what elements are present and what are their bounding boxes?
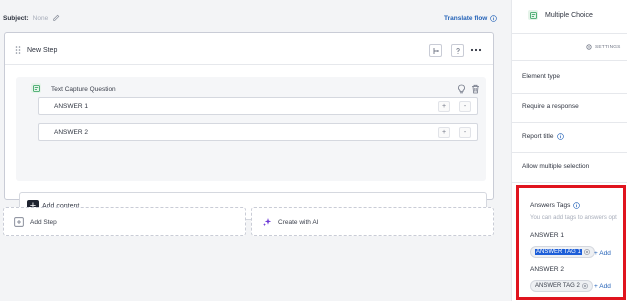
remove-answer-button[interactable]: - xyxy=(459,127,471,138)
add-tag-button[interactable]: + Add xyxy=(594,250,611,257)
drag-handle-icon[interactable] xyxy=(15,46,21,54)
question-title[interactable]: Text Capture Question xyxy=(51,86,116,93)
report-title-label: Report title xyxy=(522,133,554,140)
tag-chip[interactable]: ANSWER TAG 2 xyxy=(530,280,593,292)
question-block[interactable]: Text Capture Question ANSWER 1 + - ANSWE… xyxy=(16,77,486,181)
flow-canvas: Subject: None Translate flow New Step Te… xyxy=(0,0,511,301)
translate-flow-link[interactable]: Translate flow xyxy=(444,15,498,22)
divider xyxy=(512,152,627,153)
element-type-row[interactable]: Element type xyxy=(522,73,560,80)
tag-chip[interactable]: ANSWER TAG 1 xyxy=(530,246,595,258)
branch-icon xyxy=(433,47,438,54)
settings-tab-label: SETTINGS xyxy=(595,44,621,50)
answer-label: ANSWER 1 xyxy=(54,103,88,110)
question-icon xyxy=(455,47,460,54)
close-icon[interactable] xyxy=(583,249,590,255)
subject-row: Subject: None xyxy=(3,14,60,22)
add-step-button[interactable]: Add Step xyxy=(3,207,246,236)
multiple-choice-icon xyxy=(528,10,538,20)
divider xyxy=(512,182,627,183)
more-options-icon[interactable] xyxy=(470,48,482,52)
pencil-icon[interactable] xyxy=(52,14,60,22)
add-answer-button[interactable]: + xyxy=(438,101,450,112)
answers-tags-label: Answers Tags xyxy=(530,202,571,209)
panel-title: Multiple Choice xyxy=(545,12,593,19)
tag-answer-label: ANSWER 1 xyxy=(530,232,564,239)
subject-label: Subject: xyxy=(3,14,29,22)
remove-answer-button[interactable]: - xyxy=(459,101,471,112)
answers-tags-hint: You can add tags to answers opt xyxy=(530,215,617,221)
step-title[interactable]: New Step xyxy=(27,47,57,54)
tab-divider xyxy=(512,60,627,61)
panel-header: Multiple Choice xyxy=(512,0,627,34)
divider xyxy=(512,122,627,123)
add-answer-button[interactable]: + xyxy=(438,127,450,138)
info-icon xyxy=(490,15,498,22)
sparkle-icon xyxy=(263,218,272,227)
info-icon xyxy=(573,202,581,209)
subject-value: None xyxy=(32,14,49,22)
step-card: New Step Text Capture Question ANSWER 1 … xyxy=(4,32,494,220)
element-type-label: Element type xyxy=(522,73,560,80)
close-icon[interactable] xyxy=(581,283,588,289)
add-step-icon xyxy=(14,217,24,227)
allow-multiple-label: Allow multiple selection xyxy=(522,163,590,170)
translate-flow-label: Translate flow xyxy=(444,15,488,22)
step-header: New Step xyxy=(5,33,493,65)
answers-tags-title: Answers Tags xyxy=(530,202,581,209)
answer-row-2[interactable]: ANSWER 2 + - xyxy=(38,123,478,141)
help-button[interactable] xyxy=(451,44,464,57)
tag-chip-text[interactable]: ANSWER TAG 1 xyxy=(535,249,582,255)
branch-button[interactable] xyxy=(429,44,442,57)
answer-label: ANSWER 2 xyxy=(54,129,88,136)
create-with-ai-button[interactable]: Create with AI xyxy=(251,207,494,236)
question-type-icon xyxy=(31,83,41,93)
add-step-label: Add Step xyxy=(30,219,57,226)
answer-row-1[interactable]: ANSWER 1 + - xyxy=(38,97,478,115)
report-title-row[interactable]: Report title xyxy=(522,133,565,140)
tag-chip-text[interactable]: ANSWER TAG 2 xyxy=(535,283,580,289)
divider xyxy=(512,93,627,94)
tag-answer-label: ANSWER 2 xyxy=(530,266,564,273)
allow-multiple-row[interactable]: Allow multiple selection xyxy=(522,163,589,170)
require-response-label: Require a response xyxy=(522,103,579,110)
require-response-row[interactable]: Require a response xyxy=(522,103,579,110)
lightbulb-icon[interactable] xyxy=(457,84,466,94)
trash-icon[interactable] xyxy=(471,84,480,94)
settings-tab[interactable]: SETTINGS xyxy=(586,44,621,50)
add-tag-button[interactable]: + Add xyxy=(594,283,611,290)
answers-tags-section: Answers Tags You can add tags to answers… xyxy=(516,185,626,300)
create-with-ai-label: Create with AI xyxy=(278,219,319,226)
gear-icon xyxy=(586,44,592,50)
info-icon xyxy=(557,133,565,140)
